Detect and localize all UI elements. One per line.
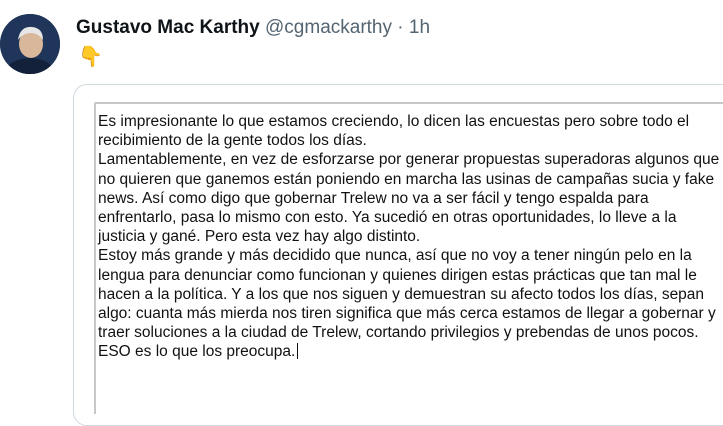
pointing-down-emoji: 👇 bbox=[78, 46, 103, 68]
avatar[interactable] bbox=[0, 14, 60, 74]
separator-dot: · bbox=[397, 17, 404, 38]
avatar-image bbox=[0, 14, 60, 74]
note-paragraph-1: Es impresionante lo que estamos creciend… bbox=[98, 113, 690, 150]
author-name[interactable]: Gustavo Mac Karthy bbox=[76, 17, 260, 38]
note-paragraph-3-text: Estoy más grande y más decidido que nunc… bbox=[98, 247, 716, 361]
tweet-time[interactable]: 1h bbox=[409, 17, 430, 38]
text-cursor bbox=[297, 343, 299, 360]
note-paragraph-3: Estoy más grande y más decidido que nunc… bbox=[98, 246, 723, 361]
note-text: Es impresionante lo que estamos creciend… bbox=[98, 112, 723, 362]
author-handle[interactable]: @cgmackarthy bbox=[265, 17, 392, 38]
note-paragraph-2: Lamentablemente, en vez de esforzarse po… bbox=[98, 151, 720, 246]
tweet-header: Gustavo Mac Karthy @cgmackarthy · 1h bbox=[76, 15, 430, 41]
